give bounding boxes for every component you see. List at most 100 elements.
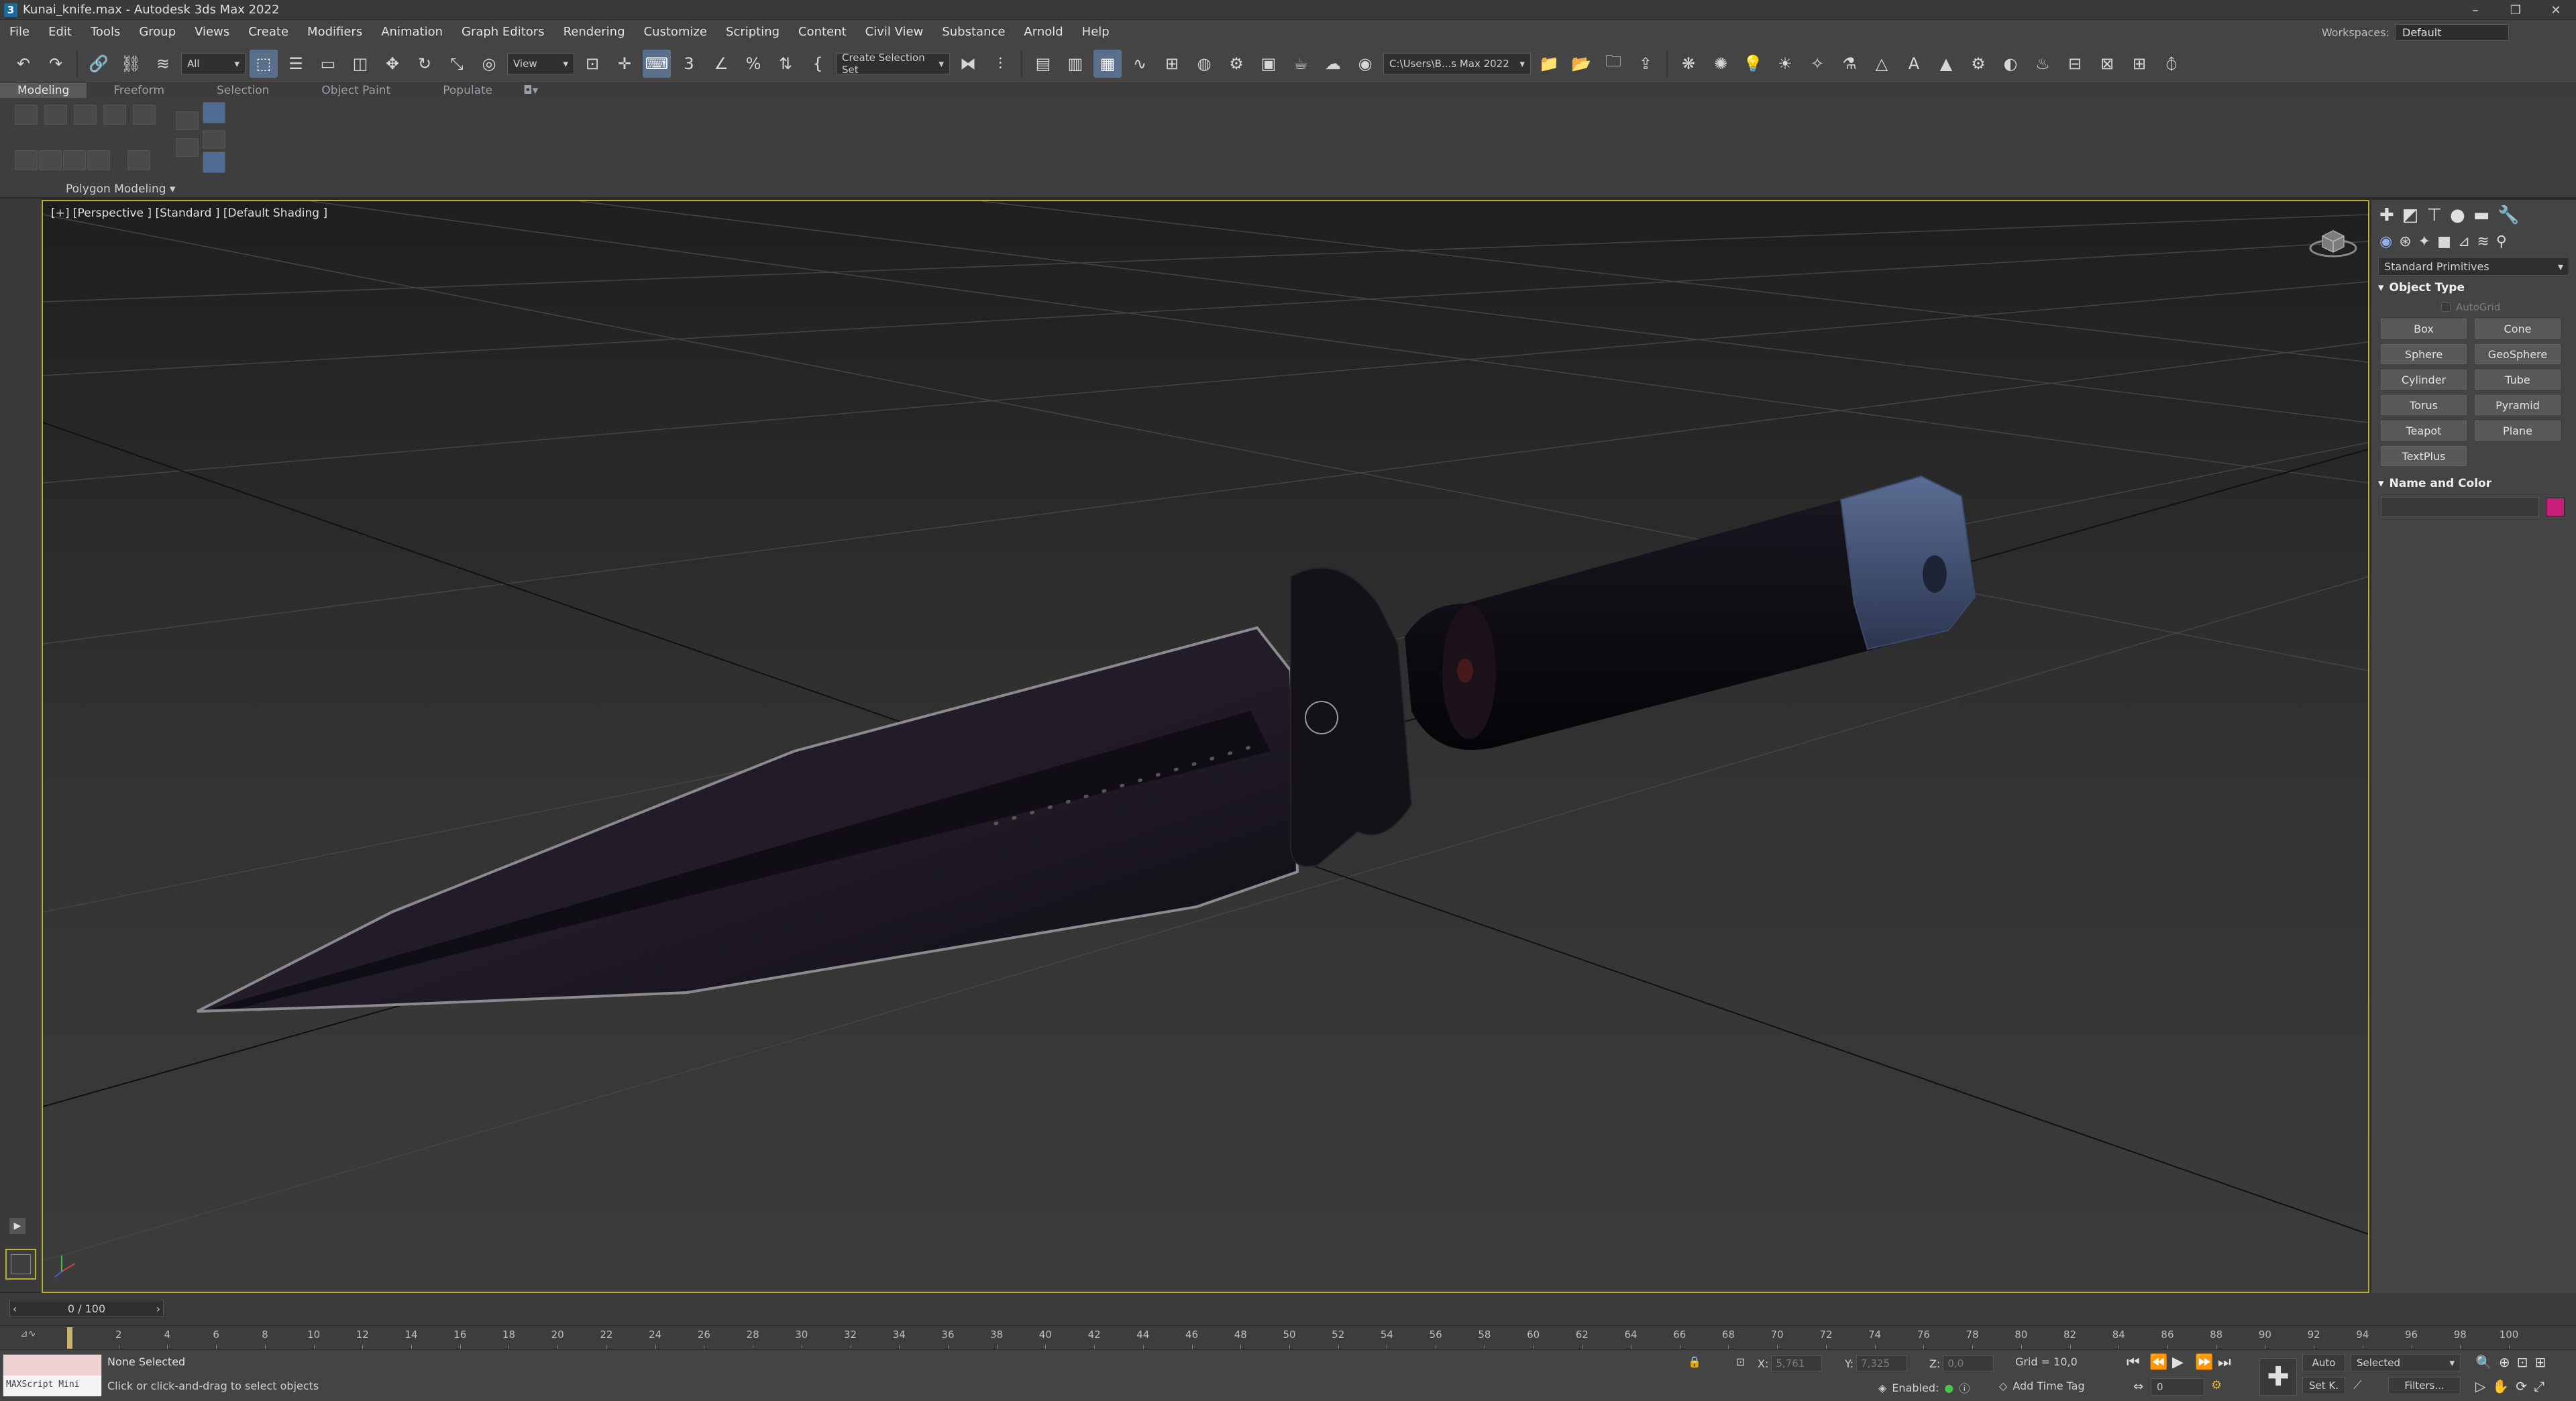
render-setup-icon[interactable]: ⚙ (1222, 50, 1250, 78)
plane-button[interactable]: Plane (2475, 421, 2561, 441)
auto-key-button[interactable]: Auto (2302, 1354, 2345, 1371)
ribbon-pin-stack-icon[interactable] (176, 138, 199, 157)
workspace-dropdown[interactable]: Default (2395, 23, 2509, 41)
menu-tools[interactable]: Tools (81, 20, 129, 44)
isolate-icon[interactable]: ⊡ (1736, 1355, 1745, 1368)
viewcube[interactable] (2308, 220, 2359, 260)
ribbon-show-result-icon[interactable] (203, 130, 225, 149)
current-frame-marker[interactable] (67, 1327, 72, 1349)
undo-icon[interactable]: ↶ (9, 50, 38, 78)
arnold-ies-icon[interactable]: ✧ (1803, 50, 1831, 78)
link-icon[interactable]: 🔗 (85, 50, 113, 78)
object-color-swatch[interactable] (2546, 498, 2565, 516)
tab-populate[interactable]: Populate (416, 83, 518, 98)
goto-start-icon[interactable]: ⏮ (2127, 1354, 2140, 1371)
info-icon[interactable]: ⓘ (1959, 1380, 1970, 1396)
scale-icon[interactable]: ⤡ (443, 50, 471, 78)
render-production-icon[interactable]: ☕ (1287, 50, 1315, 78)
zoom-extents-all-icon[interactable]: ⊞ (2534, 1354, 2546, 1370)
utilities-tab-icon[interactable]: 🔧 (2498, 205, 2519, 225)
arnold-render-icon[interactable]: ✺ (1707, 50, 1735, 78)
ribbon-edge-icon[interactable] (44, 105, 67, 125)
maxscript-output[interactable] (3, 1355, 101, 1376)
menu-group[interactable]: Group (129, 20, 185, 44)
time-config-icon[interactable]: ⚙ (2211, 1378, 2222, 1392)
helpers-icon[interactable]: ⊿ (2458, 233, 2470, 250)
viewport-layout-2-icon[interactable]: ⊠ (2093, 50, 2121, 78)
display-tab-icon[interactable]: ▬ (2473, 205, 2490, 225)
zoom-icon[interactable]: 🔍 (2475, 1354, 2492, 1370)
key-filters-button[interactable]: Filters... (2388, 1377, 2461, 1394)
object-type-rollout[interactable]: ▾ Object Type (2378, 281, 2569, 294)
menu-scripting[interactable]: Scripting (716, 20, 789, 44)
menu-customize[interactable]: Customize (635, 20, 716, 44)
time-next-icon[interactable]: › (156, 1302, 160, 1315)
menu-modifiers[interactable]: Modifiers (298, 20, 372, 44)
mirror-icon[interactable]: ⧓ (954, 50, 982, 78)
arnold-volume-icon[interactable]: ▲ (1932, 50, 1960, 78)
ribbon-collapse-icon[interactable] (63, 150, 86, 170)
lock-selection-icon[interactable]: 🔒 (1688, 1355, 1701, 1368)
arnold-light-icon[interactable]: 💡 (1739, 50, 1767, 78)
maximize-button[interactable]: ❐ (2496, 0, 2536, 20)
export-folder-icon[interactable]: ⇪ (1631, 50, 1660, 78)
menu-views[interactable]: Views (185, 20, 239, 44)
arnold-bulb-icon[interactable]: ♨ (2029, 50, 2057, 78)
ribbon-modify-icon[interactable] (15, 150, 38, 170)
next-frame-icon[interactable]: ⏩ (2195, 1354, 2213, 1371)
align-icon[interactable]: ⫶ (986, 50, 1014, 78)
project-path-dropdown[interactable]: C:\Users\B...s Max 2022 ▾ (1383, 52, 1531, 74)
maximize-viewport-icon[interactable]: ⤢ (2534, 1378, 2544, 1394)
window-crossing-icon[interactable]: ◫ (346, 50, 374, 78)
prev-frame-icon[interactable]: ⏪ (2149, 1354, 2167, 1371)
project-folder-icon[interactable]: 📁 (1535, 50, 1563, 78)
viewport-layout-thumb[interactable] (5, 1249, 36, 1280)
arnold-txt-icon[interactable]: A (1900, 50, 1928, 78)
tab-modeling[interactable]: Modeling (0, 83, 87, 98)
keyboard-shortcut-override-icon[interactable]: ⌨ (643, 49, 671, 78)
minimize-button[interactable]: – (2455, 0, 2496, 20)
tab-freeform[interactable]: Freeform (87, 83, 190, 98)
snaps-toggle-icon[interactable]: 3 (675, 50, 703, 78)
spacewarps-icon[interactable]: ≋ (2477, 233, 2489, 250)
ribbon-preserve-uv-icon[interactable] (87, 150, 110, 170)
menu-arnold[interactable]: Arnold (1014, 20, 1072, 44)
teapot-button[interactable]: Teapot (2381, 421, 2467, 441)
ribbon-vertex-icon[interactable] (15, 105, 38, 125)
track-bar[interactable]: ⊿∿ 2 4 6 8 10 12 14 16 18 20 22 24 26 28 30 32 34 36 38 40 4… (0, 1325, 2576, 1350)
key-mode-toggle-icon[interactable]: ⟋ (2353, 1378, 2362, 1392)
hide-toolbar-icon[interactable]: ⦽ (2157, 50, 2186, 78)
viewport-layout-3-icon[interactable]: ⊞ (2125, 50, 2153, 78)
field-of-view-icon[interactable]: ▷ (2475, 1378, 2485, 1394)
menu-rendering[interactable]: Rendering (554, 20, 635, 44)
scene-explorer-icon[interactable]: ▤ (1029, 50, 1057, 78)
menu-animation[interactable]: Animation (372, 20, 452, 44)
arnold-icon[interactable]: ❋ (1674, 50, 1703, 78)
hierarchy-tab-icon[interactable]: ⊤ (2426, 205, 2442, 225)
geosphere-button[interactable]: GeoSphere (2475, 344, 2561, 364)
selection-filter-dropdown[interactable]: All ▾ (181, 52, 246, 74)
place-icon[interactable]: ◎ (475, 50, 503, 78)
key-filter-dropdown[interactable]: Selected ▾ (2351, 1354, 2461, 1371)
material-editor-icon[interactable]: ◍ (1190, 50, 1218, 78)
zoom-all-icon[interactable]: ⊕ (2499, 1354, 2510, 1370)
rendered-frame-window-icon[interactable]: ▣ (1254, 50, 1283, 78)
autogrid-checkbox[interactable] (2441, 302, 2451, 312)
unlink-icon[interactable]: ⛓ (117, 50, 145, 78)
bind-spacewarp-icon[interactable]: ≋ (149, 50, 177, 78)
y-field[interactable]: 7,325 (1856, 1355, 1908, 1371)
arnold-sun-icon[interactable]: ☀ (1771, 50, 1799, 78)
time-tag[interactable]: ◇ Add Time Tag (1999, 1380, 2085, 1392)
close-button[interactable]: ✕ (2536, 0, 2576, 20)
arnold-shader-icon[interactable]: ⚗ (1835, 50, 1864, 78)
cameras-icon[interactable]: ■ (2437, 233, 2451, 250)
set-key-icon[interactable]: ✚ (2259, 1358, 2297, 1396)
menu-file[interactable]: File (0, 20, 39, 44)
shapes-icon[interactable]: ⊛ (2399, 233, 2411, 250)
pyramid-button[interactable]: Pyramid (2475, 395, 2561, 415)
select-manipulate-icon[interactable]: ✛ (610, 50, 639, 78)
a360-icon[interactable]: ◉ (1351, 50, 1379, 78)
menu-substance[interactable]: Substance (932, 20, 1014, 44)
x-field[interactable]: 5,761 (1771, 1355, 1823, 1371)
ribbon-repeat-icon[interactable] (127, 150, 150, 170)
